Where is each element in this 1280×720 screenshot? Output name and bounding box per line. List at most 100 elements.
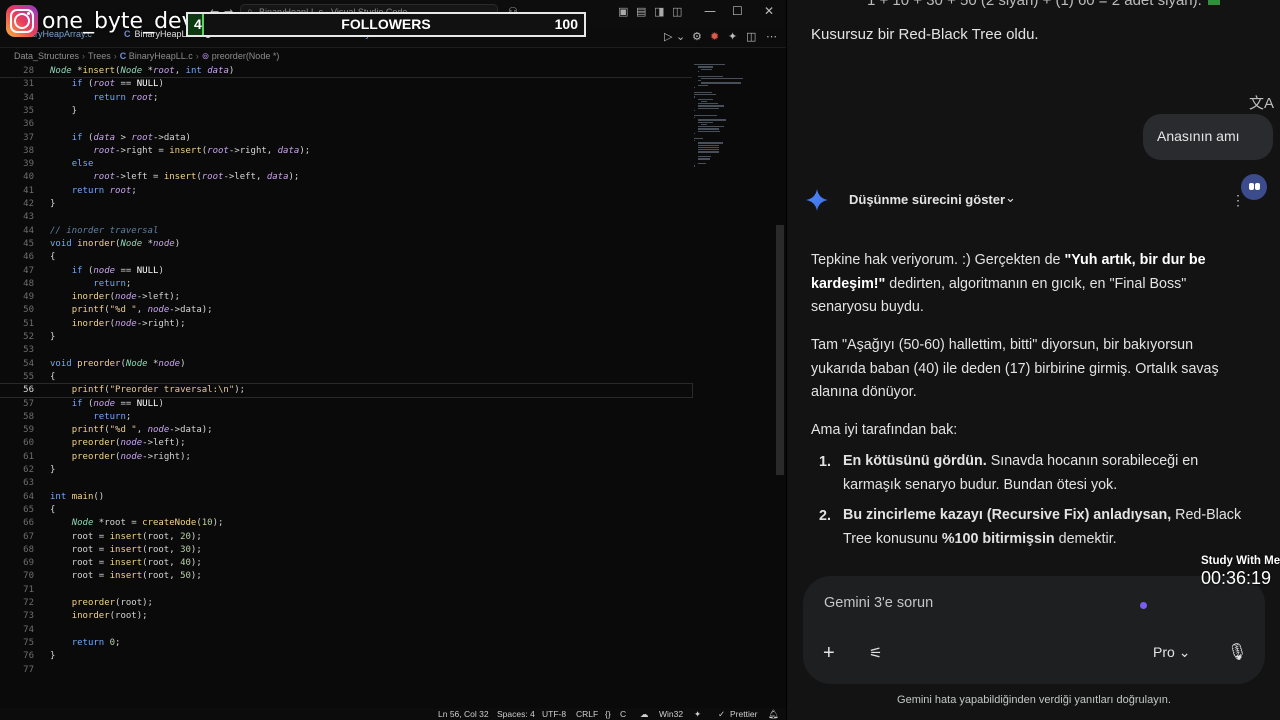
code-line[interactable]: 28 Node *insert(Node *root, int data) <box>0 65 692 79</box>
cloud-icon[interactable]: ☁ <box>640 709 649 720</box>
line-number[interactable]: 40 <box>0 171 34 184</box>
code-text[interactable]: preorder(root); <box>50 597 153 610</box>
model-picker-button[interactable]: Pro ⌄ <box>1153 644 1190 661</box>
code-text[interactable]: else <box>50 158 94 171</box>
line-number[interactable]: 42 <box>0 198 34 211</box>
code-line[interactable]: 39 else <box>0 158 692 171</box>
code-line[interactable]: 72 preorder(root); <box>0 597 692 610</box>
line-number[interactable]: 52 <box>0 331 34 344</box>
line-number[interactable]: 35 <box>0 105 34 118</box>
tools-icon[interactable]: ⚟ <box>869 644 882 662</box>
code-line[interactable]: 48 return; <box>0 278 692 291</box>
line-number[interactable]: 65 <box>0 504 34 517</box>
line-number[interactable]: 41 <box>0 185 34 198</box>
layout-sidebar-icon[interactable]: ▣ <box>618 5 628 18</box>
code-text[interactable]: return; <box>50 278 131 291</box>
cursor-position[interactable]: Ln 56, Col 32 <box>438 709 489 719</box>
code-line[interactable]: 69 root = insert(root, 40); <box>0 557 692 570</box>
code-text[interactable]: Node *root = createNode(10); <box>50 517 224 530</box>
line-number[interactable]: 69 <box>0 557 34 570</box>
prompt-input[interactable]: Gemini 3'e sorun <box>824 595 933 611</box>
code-text[interactable]: root->right = insert(root->right, data); <box>50 145 310 158</box>
line-number[interactable]: 28 <box>0 65 34 78</box>
indentation[interactable]: Spaces: 4 <box>497 709 535 719</box>
breadcrumb[interactable]: Data_Structures › Trees › C BinaryHeapLL.c › ⊚… <box>14 51 279 62</box>
line-number[interactable]: 48 <box>0 278 34 291</box>
code-text[interactable]: root = insert(root, 20); <box>50 531 202 544</box>
layout-secondary-icon[interactable]: ◨ <box>654 5 664 18</box>
code-line[interactable]: 50 printf("%d ", node->data); <box>0 304 692 317</box>
platform[interactable]: Win32 <box>659 709 683 719</box>
code-line[interactable]: 36 <box>0 118 692 131</box>
code-line[interactable]: 38 root->right = insert(root->right, dat… <box>0 145 692 158</box>
code-line[interactable]: 73 inorder(root); <box>0 610 692 623</box>
code-text[interactable]: } <box>50 331 55 344</box>
line-number[interactable]: 51 <box>0 318 34 331</box>
code-line[interactable]: 51 inorder(node->right); <box>0 318 692 331</box>
formatter[interactable]: Prettier <box>730 709 757 719</box>
code-line[interactable]: 74 <box>0 624 692 637</box>
more-actions-icon[interactable]: ⋯ <box>766 30 777 43</box>
line-number[interactable]: 71 <box>0 584 34 597</box>
code-text[interactable]: root->left = insert(root->left, data); <box>50 171 299 184</box>
line-number[interactable]: 44 <box>0 225 34 238</box>
code-line[interactable]: 41 return root; <box>0 185 692 198</box>
code-line[interactable]: 52} <box>0 331 692 344</box>
code-line[interactable]: 43 <box>0 211 692 224</box>
code-line[interactable]: 34 return root; <box>0 92 692 105</box>
microphone-icon[interactable]: 🎙︎ <box>1227 642 1247 662</box>
line-number[interactable]: 75 <box>0 637 34 650</box>
code-line[interactable]: 67 root = insert(root, 20); <box>0 531 692 544</box>
code-text[interactable]: } <box>50 650 55 663</box>
line-number[interactable]: 62 <box>0 464 34 477</box>
add-attachment-button[interactable]: + <box>823 642 835 665</box>
code-line[interactable]: 71 <box>0 584 692 597</box>
code-line[interactable]: 77 <box>0 664 692 677</box>
code-text[interactable]: void preorder(Node *node) <box>50 358 186 371</box>
code-line[interactable]: 75 return 0; <box>0 637 692 650</box>
line-number[interactable]: 61 <box>0 451 34 464</box>
code-text[interactable]: if (root == NULL) <box>50 78 164 91</box>
line-number[interactable]: 43 <box>0 211 34 224</box>
settings-gear-icon[interactable]: ⚙ <box>692 30 702 43</box>
code-text[interactable]: return; <box>50 411 131 424</box>
code-line[interactable]: 61 preorder(node->right); <box>0 451 692 464</box>
code-line[interactable]: 31 if (root == NULL) <box>0 78 692 91</box>
code-text[interactable]: if (node == NULL) <box>50 398 164 411</box>
editor-scrollbar[interactable] <box>776 225 784 475</box>
code-line[interactable]: 57 if (node == NULL) <box>0 398 692 411</box>
breadcrumb-item[interactable]: Data_Structures <box>14 51 79 61</box>
code-line[interactable]: 66 Node *root = createNode(10); <box>0 517 692 530</box>
code-line[interactable]: 60 preorder(node->left); <box>0 437 692 450</box>
code-line[interactable]: 47 if (node == NULL) <box>0 265 692 278</box>
close-icon[interactable]: ✕ <box>764 4 774 18</box>
language-mode[interactable]: C <box>620 709 626 719</box>
maximize-icon[interactable]: ☐ <box>732 4 743 18</box>
code-text[interactable]: return 0; <box>50 637 121 650</box>
code-text[interactable]: preorder(node->left); <box>50 437 186 450</box>
line-number[interactable]: 31 <box>0 78 34 91</box>
line-number[interactable]: 56 <box>0 384 34 397</box>
code-line[interactable]: 44 // inorder traversal <box>0 225 692 238</box>
code-line[interactable]: 54 void preorder(Node *node) <box>0 358 692 371</box>
code-text[interactable]: inorder(root); <box>50 610 148 623</box>
code-text[interactable]: { <box>50 251 55 264</box>
line-number[interactable]: 37 <box>0 132 34 145</box>
code-text[interactable]: printf("%d ", node->data); <box>50 424 213 437</box>
code-line[interactable]: 70 root = insert(root, 50); <box>0 570 692 583</box>
breadcrumb-item[interactable]: preorder(Node *) <box>212 51 280 61</box>
code-line[interactable]: 42} <box>0 198 692 211</box>
line-number[interactable]: 73 <box>0 610 34 623</box>
code-line[interactable]: 40 root->left = insert(root->left, data)… <box>0 171 692 184</box>
run-icon[interactable]: ▷ <box>664 30 672 43</box>
code-line[interactable]: 65 { <box>0 504 692 517</box>
line-number[interactable]: 54 <box>0 358 34 371</box>
line-number[interactable]: 70 <box>0 570 34 583</box>
line-number[interactable]: 45 <box>0 238 34 251</box>
layout-panel-icon[interactable]: ▤ <box>636 5 646 18</box>
code-text[interactable]: preorder(node->right); <box>50 451 191 464</box>
line-number[interactable]: 68 <box>0 544 34 557</box>
code-text[interactable]: root = insert(root, 50); <box>50 570 202 583</box>
code-line[interactable]: 62} <box>0 464 692 477</box>
code-text[interactable]: Node *insert(Node *root, int data) <box>50 65 234 78</box>
